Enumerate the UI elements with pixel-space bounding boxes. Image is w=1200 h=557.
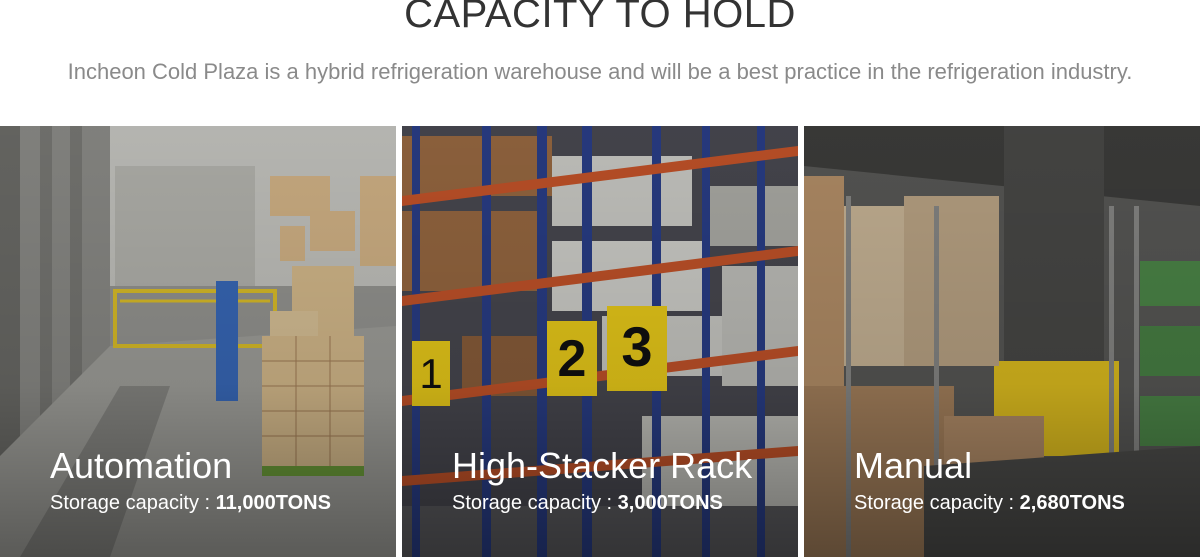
manual-title: Manual [854, 445, 973, 486]
capacity-cards: Automation Storage capacity : 11,000TONS [0, 126, 1200, 557]
automation-capacity: Storage capacity : 11,000TONS [50, 490, 331, 516]
high-stacker-rack-capacity: Storage capacity : 3,000TONS [452, 490, 723, 516]
manual-capacity: Storage capacity : 2,680TONS [854, 490, 1125, 516]
manual-capacity-value: 2,680TONS [1019, 492, 1125, 514]
card-manual[interactable]: Manual Storage capacity : 2,680TONS [804, 126, 1200, 557]
automation-capacity-value: 11,000TONS [215, 492, 331, 514]
high-stacker-rack-capacity-label: Storage capacity : [452, 492, 613, 514]
manual-capacity-label: Storage capacity : [854, 492, 1015, 514]
card-high-stacker-rack[interactable]: 1 2 3 High-Stacker Rack Storage capacity… [402, 126, 798, 557]
page-title: CAPACITY TO HOLD [404, 0, 796, 36]
high-stacker-rack-title: High-Stacker Rack [452, 445, 753, 486]
high-stacker-rack-capacity-value: 3,000TONS [617, 492, 723, 514]
page-subtitle: Incheon Cold Plaza is a hybrid refrigera… [67, 59, 1133, 84]
automation-capacity-label: Storage capacity : [50, 492, 211, 514]
page: CAPACITY TO HOLD Incheon Cold Plaza is a… [0, 0, 1200, 557]
automation-title: Automation [50, 445, 233, 486]
card-automation[interactable]: Automation Storage capacity : 11,000TONS [0, 126, 396, 557]
